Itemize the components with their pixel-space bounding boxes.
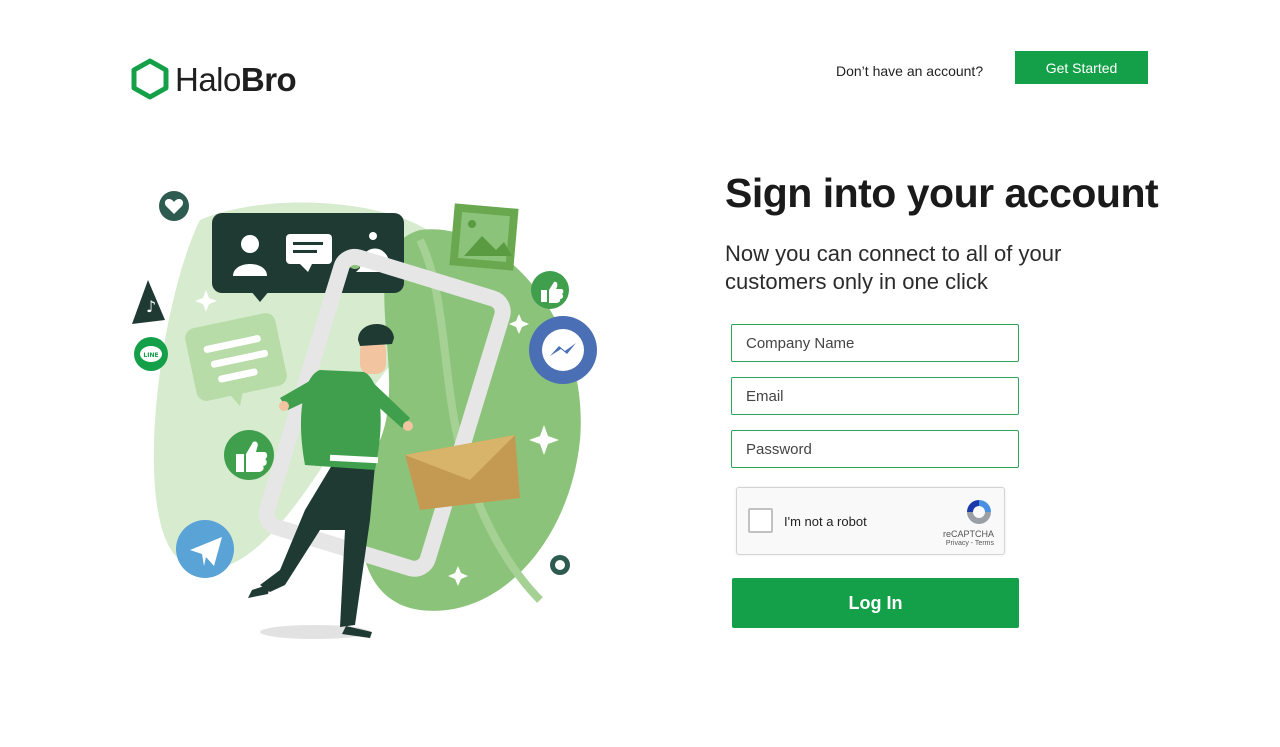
brand-name-part2: Bro (240, 60, 297, 98)
get-started-button[interactable]: Get Started (1015, 51, 1148, 84)
page-subtitle: Now you can connect to all of your custo… (725, 241, 1062, 294)
image-frame-icon (449, 203, 519, 271)
recaptcha-checkbox[interactable] (748, 508, 773, 533)
social-media-illustration: ♪ LINE (132, 191, 597, 639)
recaptcha-terms-link[interactable]: Privacy - Terms (946, 540, 994, 547)
company-name-input[interactable] (731, 324, 1019, 362)
recaptcha-label: I'm not a robot (784, 514, 867, 529)
recaptcha-icon (967, 500, 991, 524)
messenger-icon (529, 316, 597, 384)
svg-text:♪: ♪ (146, 297, 156, 316)
hexagon-logo-icon (131, 58, 169, 100)
email-input[interactable] (731, 377, 1019, 415)
brand-name: HaloBro (175, 60, 297, 98)
recaptcha-brand: reCAPTCHA (942, 529, 994, 539)
brand-logo[interactable]: HaloBro (131, 58, 297, 100)
small-chat-icon (550, 555, 570, 575)
login-button[interactable]: Log In (732, 578, 1019, 628)
no-account-prompt: Don’t have an account? (836, 63, 984, 79)
telegram-icon (176, 520, 234, 578)
small-thumbs-icon (531, 271, 569, 309)
tiktok-icon: ♪ (132, 280, 165, 324)
thumbs-up-icon (224, 430, 274, 480)
line-icon: LINE (134, 337, 168, 371)
recaptcha-widget: I'm not a robot reCAPTCHA Privacy - Term… (736, 487, 1005, 555)
brand-name-part1: Halo (175, 60, 241, 98)
password-input[interactable] (731, 430, 1019, 468)
login-page: HaloBro Don’t have an account? Get Start… (0, 0, 1280, 747)
svg-text:LINE: LINE (143, 352, 158, 359)
page-title: Sign into your account (725, 170, 1159, 216)
heart-icon (159, 191, 189, 221)
